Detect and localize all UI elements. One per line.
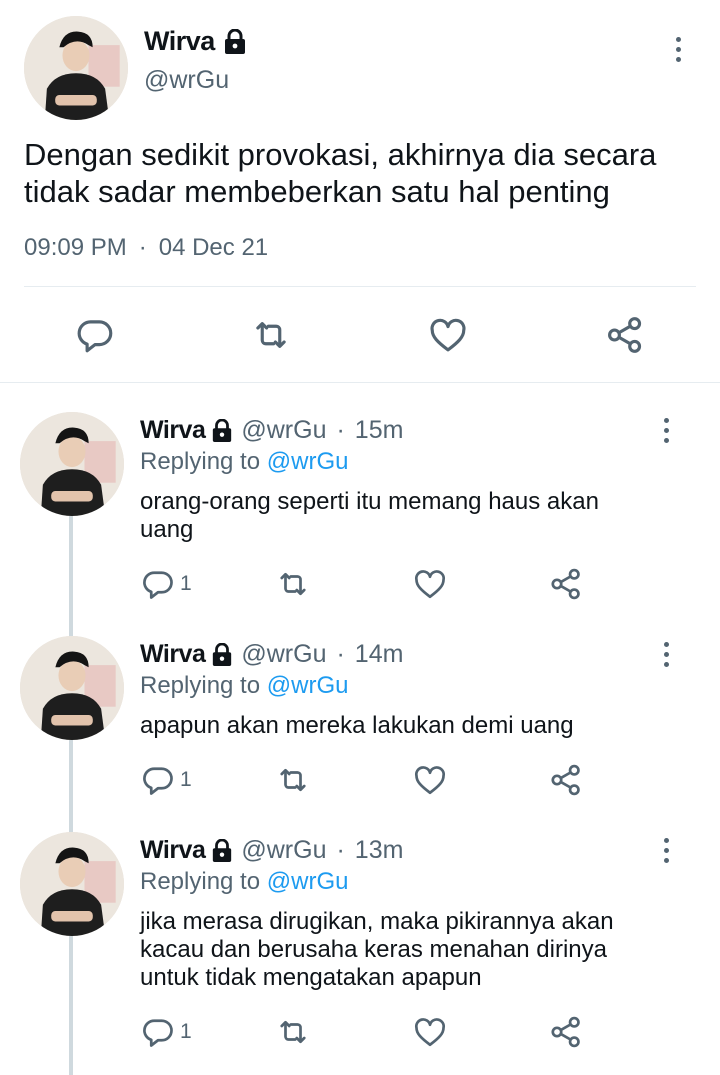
- reply-author-handle[interactable]: @wrGu: [241, 640, 326, 669]
- tweet-date[interactable]: 04 Dec 21: [159, 234, 268, 262]
- reply-author-handle[interactable]: @wrGu: [241, 836, 326, 865]
- reply-avatar[interactable]: [20, 412, 124, 516]
- separator-dot: ·: [336, 836, 345, 864]
- tweet-text-line: tidak sadar membeberkan satu hal penting: [24, 174, 610, 209]
- replying-to-label: Replying to: [140, 868, 261, 895]
- reply-button[interactable]: [74, 314, 116, 356]
- share-button[interactable]: [548, 566, 584, 602]
- share-icon: [548, 566, 584, 602]
- more-icon[interactable]: [656, 414, 676, 446]
- lock-icon: [211, 418, 233, 443]
- like-icon: [412, 566, 448, 602]
- reply-text-line: jika merasa dirugikan, maka pikirannya a…: [140, 908, 614, 935]
- share-icon: [548, 1014, 584, 1050]
- author-handle[interactable]: @wrGu: [144, 66, 229, 95]
- reply-time[interactable]: 15m: [355, 416, 404, 445]
- reply-icon: [74, 314, 116, 356]
- reply-button[interactable]: 1: [140, 1014, 192, 1050]
- reply-text: jika merasa dirugikan, maka pikirannya a…: [140, 908, 614, 992]
- reply-icon: [140, 1014, 176, 1050]
- reply-avatar[interactable]: [20, 636, 124, 740]
- replying-to-label: Replying to: [140, 672, 261, 699]
- reply-text-line: uang: [140, 516, 194, 543]
- reply-text-line: untuk tidak mengatakan apapun: [140, 964, 482, 991]
- avatar-image: [24, 16, 128, 120]
- reply-text: apapun akan mereka lakukan demi uang: [140, 712, 574, 740]
- reply-text: orang-orang seperti itu memang haus akan…: [140, 488, 599, 544]
- reply-author-name[interactable]: Wirva: [140, 640, 206, 669]
- reply-count: 1: [180, 1020, 192, 1043]
- main-avatar[interactable]: [24, 16, 128, 120]
- retweet-icon: [275, 566, 311, 602]
- like-icon: [427, 314, 469, 356]
- retweet-button[interactable]: [275, 762, 311, 798]
- separator-dot: ·: [336, 640, 345, 668]
- avatar-image: [20, 412, 124, 516]
- reply-icon: [140, 566, 176, 602]
- reply-author-name[interactable]: Wirva: [140, 416, 206, 445]
- author-name[interactable]: Wirva: [144, 26, 215, 57]
- retweet-icon: [275, 1014, 311, 1050]
- retweet-icon: [275, 762, 311, 798]
- lock-icon: [211, 642, 233, 667]
- more-icon[interactable]: [656, 834, 676, 866]
- replying-to-handle[interactable]: @wrGu: [267, 448, 349, 475]
- avatar-image: [20, 636, 124, 740]
- section-divider: [0, 382, 720, 383]
- more-icon[interactable]: [656, 638, 676, 670]
- separator-dot: ·: [336, 416, 345, 444]
- like-icon: [412, 1014, 448, 1050]
- like-button[interactable]: [412, 762, 448, 798]
- reply-icon: [140, 762, 176, 798]
- like-button[interactable]: [427, 314, 469, 356]
- reply-time[interactable]: 13m: [355, 836, 404, 865]
- reply-count: 1: [180, 572, 192, 595]
- share-icon: [604, 314, 646, 356]
- avatar-image: [20, 832, 124, 936]
- reply-text-line: apapun akan mereka lakukan demi uang: [140, 712, 574, 739]
- reply-count: 1: [180, 768, 192, 791]
- thread-line: [69, 516, 73, 1075]
- tweet-time[interactable]: 09:09 PM: [24, 234, 127, 262]
- reply-avatar[interactable]: [20, 832, 124, 936]
- reply-button[interactable]: 1: [140, 762, 192, 798]
- reply-author-name[interactable]: Wirva: [140, 836, 206, 865]
- separator-dot: ·: [138, 234, 147, 261]
- replying-to-handle[interactable]: @wrGu: [267, 672, 349, 699]
- retweet-button[interactable]: [275, 566, 311, 602]
- divider: [24, 286, 696, 287]
- lock-icon: [223, 28, 247, 55]
- reply-text-line: orang-orang seperti itu memang haus akan: [140, 488, 599, 515]
- reply-author-handle[interactable]: @wrGu: [241, 416, 326, 445]
- reply-text-line: kacau dan berusaha keras menahan dirinya: [140, 936, 607, 963]
- retweet-button[interactable]: [250, 314, 292, 356]
- tweet-text-line: Dengan sedikit provokasi, akhirnya dia s…: [24, 137, 657, 172]
- retweet-button[interactable]: [275, 1014, 311, 1050]
- lock-icon: [211, 838, 233, 863]
- share-button[interactable]: [548, 762, 584, 798]
- share-button[interactable]: [548, 1014, 584, 1050]
- share-icon: [548, 762, 584, 798]
- replying-to-handle[interactable]: @wrGu: [267, 868, 349, 895]
- share-button[interactable]: [604, 314, 646, 356]
- reply-time[interactable]: 14m: [355, 640, 404, 669]
- like-button[interactable]: [412, 1014, 448, 1050]
- reply-button[interactable]: 1: [140, 566, 192, 602]
- tweet-text: Dengan sedikit provokasi, akhirnya dia s…: [24, 136, 656, 210]
- like-icon: [412, 762, 448, 798]
- more-icon[interactable]: [668, 32, 688, 66]
- like-button[interactable]: [412, 566, 448, 602]
- replying-to-label: Replying to: [140, 448, 261, 475]
- retweet-icon: [250, 314, 292, 356]
